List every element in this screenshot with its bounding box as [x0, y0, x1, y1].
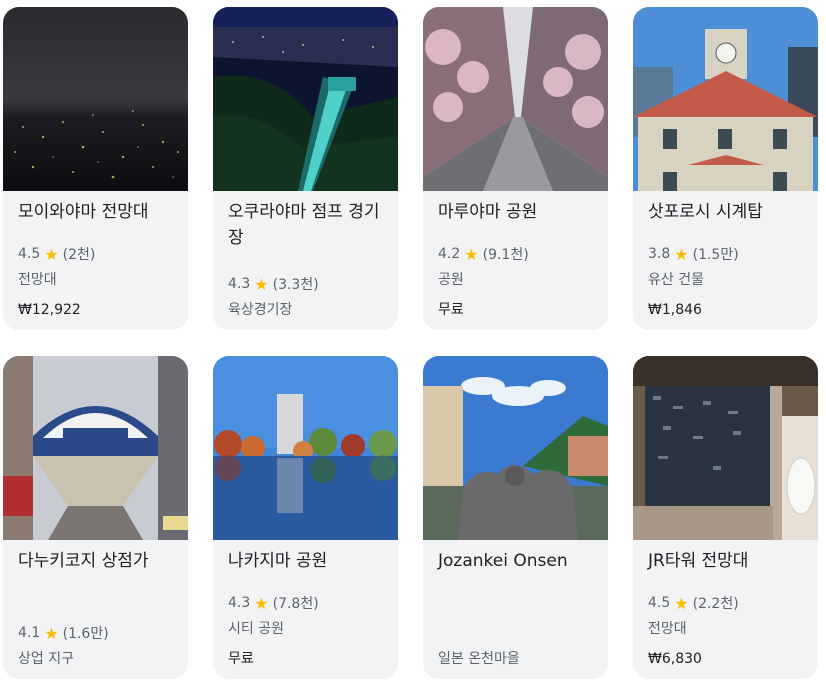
place-price: 무료 — [228, 651, 254, 667]
star-icon: ★ — [254, 593, 269, 613]
place-meta: 4.5 ★ (2.2천) 전망대 ₩6,830 — [648, 592, 806, 670]
place-title: JR타워 전망대 — [648, 551, 749, 571]
place-category: 시티 공원 — [228, 621, 284, 637]
place-meta: 4.3 ★ (7.8천) 시티 공원 무료 — [228, 592, 386, 670]
review-count: (1.6만) — [62, 626, 109, 642]
place-price: 무료 — [438, 302, 464, 318]
rating-row: 4.3 ★ (7.8천) — [228, 592, 386, 614]
review-count: (7.8천) — [272, 596, 319, 612]
place-category: 공원 — [438, 272, 464, 288]
place-category: 유산 건물 — [648, 272, 704, 288]
star-icon: ★ — [254, 274, 269, 294]
card-body: Jozankei Onsen 일본 온천마을 — [438, 548, 596, 679]
place-card[interactable]: 나카지마 공원 4.3 ★ (7.8천) 시티 공원 무료 — [213, 356, 398, 679]
place-card[interactable]: 모이와야마 전망대 4.5 ★ (2천) 전망대 ₩12,922 — [3, 7, 188, 330]
card-body: 다누키코지 상점가 4.1 ★ (1.6만) 상업 지구 — [18, 548, 176, 679]
rating-row: 4.5 ★ (2.2천) — [648, 592, 806, 614]
star-icon: ★ — [674, 244, 689, 264]
place-price: ₩6,830 — [648, 651, 702, 667]
place-title: 오쿠라야마 점프 경기장 — [228, 202, 380, 248]
rating-row: 4.5 ★ (2천) — [18, 243, 176, 265]
star-icon: ★ — [44, 623, 59, 643]
rating-value: 4.1 — [18, 625, 41, 641]
place-meta: 4.3 ★ (3.3천) 육상경기장 — [228, 273, 386, 321]
shopping-arcade-photo — [3, 356, 188, 540]
place-card[interactable]: Jozankei Onsen 일본 온천마을 — [423, 356, 608, 679]
place-category: 전망대 — [18, 272, 57, 288]
place-card[interactable]: 오쿠라야마 점프 경기장 4.3 ★ (3.3천) 육상경기장 — [213, 7, 398, 330]
clock-tower-photo — [633, 7, 818, 191]
place-card[interactable]: JR타워 전망대 4.5 ★ (2.2천) 전망대 ₩6,830 — [633, 356, 818, 679]
place-meta: 4.1 ★ (1.6만) 상업 지구 — [18, 622, 176, 670]
tower-observatory-photo — [633, 356, 818, 540]
star-icon: ★ — [44, 244, 59, 264]
place-price: ₩1,846 — [648, 302, 702, 318]
place-title: 나카지마 공원 — [228, 551, 328, 571]
place-category: 상업 지구 — [18, 651, 74, 667]
place-category: 전망대 — [648, 621, 687, 637]
review-count: (2.2천) — [692, 596, 739, 612]
rating-row: 4.3 ★ (3.3천) — [228, 273, 386, 295]
place-title: Jozankei Onsen — [438, 551, 568, 571]
place-title: 삿포로시 시계탑 — [648, 202, 763, 222]
place-price: ₩12,922 — [18, 302, 81, 318]
card-body: 모이와야마 전망대 4.5 ★ (2천) 전망대 ₩12,922 — [18, 199, 176, 330]
card-body: JR타워 전망대 4.5 ★ (2.2천) 전망대 ₩6,830 — [648, 548, 806, 679]
place-card[interactable]: 마루야마 공원 4.2 ★ (9.1천) 공원 무료 — [423, 7, 608, 330]
onsen-statue-photo — [423, 356, 608, 540]
rating-value: 4.3 — [228, 276, 251, 292]
city-night-view-photo — [3, 7, 188, 191]
place-card[interactable]: 삿포로시 시계탑 3.8 ★ (1.5만) 유산 건물 ₩1,846 — [633, 7, 818, 330]
rating-value: 3.8 — [648, 246, 671, 262]
place-meta: 3.8 ★ (1.5만) 유산 건물 ₩1,846 — [648, 243, 806, 321]
rating-row: 4.1 ★ (1.6만) — [18, 622, 176, 644]
rating-value: 4.3 — [228, 595, 251, 611]
place-meta: 4.5 ★ (2천) 전망대 ₩12,922 — [18, 243, 176, 321]
star-icon: ★ — [674, 593, 689, 613]
card-body: 삿포로시 시계탑 3.8 ★ (1.5만) 유산 건물 ₩1,846 — [648, 199, 806, 330]
park-pond-photo — [213, 356, 398, 540]
rating-value: 4.5 — [648, 595, 671, 611]
star-icon: ★ — [464, 244, 479, 264]
cherry-blossom-path-photo — [423, 7, 608, 191]
card-body: 오쿠라야마 점프 경기장 4.3 ★ (3.3천) 육상경기장 — [228, 199, 386, 330]
ski-jump-night-photo — [213, 7, 398, 191]
place-category: 육상경기장 — [228, 302, 293, 318]
review-count: (1.5만) — [692, 247, 739, 263]
rating-row: 3.8 ★ (1.5만) — [648, 243, 806, 265]
place-title: 모이와야마 전망대 — [18, 202, 149, 222]
place-meta: 일본 온천마을 — [438, 644, 596, 670]
place-card[interactable]: 다누키코지 상점가 4.1 ★ (1.6만) 상업 지구 — [3, 356, 188, 679]
review-count: (3.3천) — [272, 277, 319, 293]
review-count: (9.1천) — [482, 247, 529, 263]
place-title: 마루야마 공원 — [438, 202, 538, 222]
review-count: (2천) — [62, 247, 96, 263]
rating-row: 4.2 ★ (9.1천) — [438, 243, 596, 265]
place-title: 다누키코지 상점가 — [18, 551, 149, 571]
rating-value: 4.2 — [438, 246, 461, 262]
card-body: 나카지마 공원 4.3 ★ (7.8천) 시티 공원 무료 — [228, 548, 386, 679]
rating-value: 4.5 — [18, 246, 41, 262]
place-meta: 4.2 ★ (9.1천) 공원 무료 — [438, 243, 596, 321]
card-body: 마루야마 공원 4.2 ★ (9.1천) 공원 무료 — [438, 199, 596, 330]
place-category: 일본 온천마을 — [438, 651, 520, 667]
